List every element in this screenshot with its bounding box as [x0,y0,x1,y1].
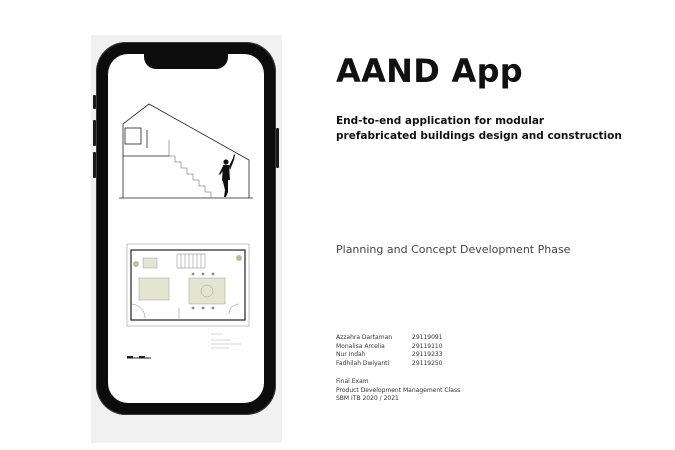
team-member-row: Fadhilah Dwiyanti 29119250 [336,360,443,369]
floor-plan-drawing [119,224,253,366]
subtitle-line-2: prefabricated buildings design and const… [336,130,622,142]
member-name: Azzahra Dartaman [336,334,393,341]
course-class: Product Development Management Class [336,386,461,394]
phone-notch [144,50,228,69]
team-member-row: Monalisa Arcelia 29119110 [336,343,443,352]
course-exam: Final Exam [336,378,369,385]
app-subtitle: End-to-end application for modular prefa… [336,114,636,144]
member-name: Nur Indah [336,351,366,358]
team-member-row: Nur Indah 29119233 [336,351,443,360]
member-id: 29119091 [412,334,443,341]
phone-power-button [276,128,279,168]
member-name: Fadhilah Dwiyanti [336,359,390,367]
member-id: 29119110 [412,342,443,350]
team-member-row: Azzahra Dartaman 29119091 [336,334,443,343]
course-institution: SBM ITB 2020 / 2021 [336,395,399,402]
subtitle-line-1: End-to-end application for modular [336,115,545,127]
phase-label: Planning and Concept Development Phase [336,243,571,256]
section-drawing [119,100,253,206]
course-info: Final Exam Product Development Managemen… [336,378,460,404]
member-id: 29119250 [412,359,443,367]
member-id: 29119233 [412,351,443,358]
app-title: AAND App [336,52,523,90]
member-name: Monalisa Arcelia [336,342,385,350]
team-members-list: Azzahra Dartaman 29119091 Monalisa Arcel… [336,334,443,368]
